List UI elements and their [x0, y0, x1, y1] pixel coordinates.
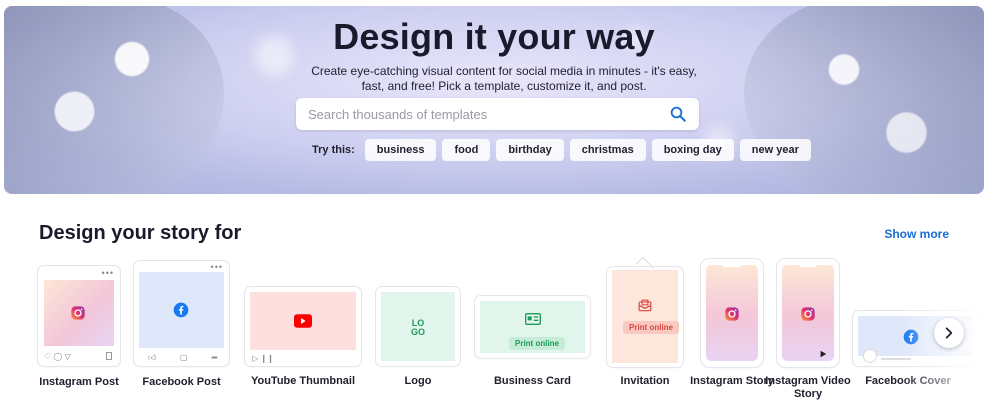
name-line — [881, 358, 911, 360]
card-label: Instagram Post — [39, 376, 119, 388]
logo-mark: LO GO — [408, 319, 428, 337]
chevron-right-icon — [945, 327, 953, 339]
search-bar[interactable] — [296, 98, 699, 130]
chip-business[interactable]: business — [364, 139, 437, 161]
chip-food[interactable]: food — [442, 139, 491, 161]
avatar — [863, 349, 877, 363]
card-invitation[interactable]: Print online Invitation — [607, 256, 683, 387]
instagram-icon — [70, 305, 86, 321]
show-more-link[interactable]: Show more — [884, 227, 949, 241]
envelope-icon — [638, 299, 652, 313]
print-online-badge: Print online — [509, 337, 565, 350]
card-thumbnail[interactable] — [777, 259, 839, 367]
post-actions-icon: 👍︎ ▢ ➦ — [148, 353, 218, 362]
more-icon: ••• — [101, 268, 114, 278]
card-youtube-thumbnail[interactable]: ▷ ❙❙ YouTube Thumbnail — [245, 287, 361, 387]
post-actions-icon: ♡ ◯ ▽ — [44, 352, 71, 361]
logo-text-bottom: GO — [410, 327, 425, 337]
card-thumbnail[interactable]: Print online — [607, 267, 683, 367]
card-label: Facebook Cover — [865, 375, 951, 387]
card-thumbnail[interactable]: Print online — [475, 296, 590, 358]
card-label: Business Card — [493, 375, 572, 387]
facebook-icon — [173, 302, 189, 318]
card-thumbnail[interactable] — [701, 259, 763, 367]
hero-subtitle: Create eye-catching visual content for s… — [311, 64, 697, 93]
suggestion-row: Try this: business food birthday christm… — [312, 139, 811, 161]
card-label: Facebook Post — [142, 376, 221, 388]
invitation-canvas — [612, 270, 678, 363]
card-instagram-post[interactable]: ••• ♡ ◯ ▽ Instagram Post — [38, 266, 120, 388]
carousel-next-button[interactable] — [934, 318, 964, 348]
phone-notch — [799, 265, 817, 267]
search-input[interactable] — [308, 106, 669, 122]
card-instagram-story[interactable]: Instagram Story — [690, 259, 774, 387]
chip-birthday[interactable]: birthday — [496, 139, 564, 161]
card-thumbnail[interactable]: ▷ ❙❙ — [245, 287, 361, 366]
instagram-icon — [800, 306, 816, 322]
hero-banner: Design it your way Create eye-catching v… — [4, 6, 984, 194]
card-thumbnail[interactable]: ••• 👍︎ ▢ ➦ — [134, 261, 229, 366]
instagram-icon — [724, 306, 740, 322]
player-controls-icon: ▷ ❙❙ — [252, 354, 274, 363]
try-label: Try this: — [312, 144, 355, 156]
card-logo[interactable]: LO GO Logo — [376, 287, 460, 387]
card-business-card[interactable]: Print online Business Card — [475, 296, 590, 387]
facebook-icon — [903, 329, 919, 345]
page-title: Design it your way — [333, 16, 655, 57]
card-label: YouTube Thumbnail — [250, 375, 356, 387]
card-thumbnail[interactable]: ••• ♡ ◯ ▽ — [38, 266, 120, 366]
play-icon — [819, 350, 827, 358]
phone-notch — [723, 265, 741, 267]
card-instagram-video-story[interactable]: Instagram Video Story — [765, 259, 851, 400]
id-card-icon — [525, 313, 541, 325]
chip-new-year[interactable]: new year — [739, 139, 811, 161]
more-icon: ••• — [210, 262, 223, 272]
card-facebook-post[interactable]: ••• 👍︎ ▢ ➦ Facebook Post — [134, 261, 229, 388]
section-title: Design your story for — [39, 222, 242, 244]
bookmark-icon — [106, 352, 112, 360]
search-icon[interactable] — [669, 105, 687, 123]
card-label: Logo — [404, 375, 432, 387]
print-online-badge: Print online — [623, 321, 679, 334]
card-thumbnail[interactable]: LO GO — [376, 287, 460, 366]
card-label: Instagram Video Story — [765, 375, 851, 400]
chip-boxing-day[interactable]: boxing day — [651, 139, 734, 161]
youtube-play-icon — [294, 314, 312, 328]
card-label: Invitation — [620, 375, 670, 387]
chip-christmas[interactable]: christmas — [569, 139, 646, 161]
